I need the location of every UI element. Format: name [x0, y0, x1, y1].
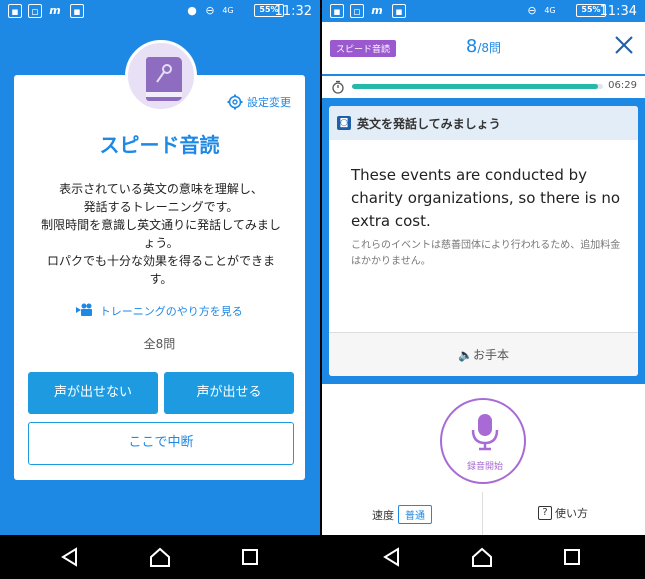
close-icon[interactable] [613, 34, 635, 56]
speed-control[interactable]: 速度 普通 [372, 505, 432, 524]
do-not-disturb-icon: ⊖ [527, 4, 537, 17]
home-icon[interactable] [148, 545, 172, 569]
speak-icon: ◙ [337, 116, 351, 130]
description: 表示されている英文の意味を理解し、 発話するトレーニングです。 制限時間を意識し… [36, 180, 286, 288]
question-icon: ? [538, 506, 552, 520]
signal-icon: 4G [544, 6, 556, 15]
description-line: 制限時間を意識し英文通りに発話してみまし [41, 218, 281, 232]
help-label: 使い方 [555, 507, 588, 520]
description-line: す。 [149, 272, 173, 286]
stopwatch-icon [332, 80, 344, 94]
image-notification-icon: ▪ [330, 4, 344, 18]
do-not-disturb-icon: ⊖ [205, 4, 215, 17]
progress-total: /8問 [477, 41, 502, 55]
image-notification-icon: ▪ [8, 4, 22, 18]
howto-link[interactable]: トレーニングのやり方を見る [14, 303, 305, 319]
speed-label: 速度 [372, 508, 394, 522]
question-progress: 8/8問 [322, 36, 645, 57]
description-line: ロパクでも十分な効果を得ることができま [46, 254, 275, 268]
book-microphone-icon [146, 57, 182, 101]
nav-bar [0, 535, 320, 579]
m-notification-icon: m [49, 4, 61, 17]
timer-track [352, 84, 603, 89]
prompt-header: ◙ 英文を発話してみましょう [329, 106, 638, 140]
speaker-icon: 🔈 [458, 348, 473, 362]
japanese-translation: これらのイベントは慈善団体により行われるため、追加料金はかかりません。 [351, 240, 621, 267]
m-notification-icon: m [371, 4, 383, 17]
home-icon[interactable] [470, 545, 494, 569]
prompt-header-label: 英文を発話してみましょう [357, 116, 501, 131]
microphone-icon [471, 414, 499, 451]
cannot-speak-button[interactable]: 声が出せない [28, 372, 158, 414]
can-speak-button[interactable]: 声が出せる [164, 372, 294, 414]
sample-audio-button[interactable]: 🔈お手本 [329, 332, 638, 376]
controls-panel: 録音開始 速度 普通 ? 使い方 [322, 384, 645, 535]
clock: 11:32 [274, 4, 312, 19]
prompt-box: ◙ 英文を発話してみましょう These events are conducte… [329, 106, 638, 376]
speed-value[interactable]: 普通 [398, 505, 432, 524]
back-icon[interactable] [380, 545, 404, 569]
intro-card: 設定変更 スピード音読 表示されている英文の意味を理解し、 発話するトレーニング… [14, 75, 305, 480]
description-line: ょう。 [143, 236, 179, 250]
progress-current: 8 [465, 36, 478, 57]
back-icon[interactable] [58, 545, 82, 569]
settings-label: 設定変更 [247, 96, 291, 109]
gear-icon [227, 94, 243, 110]
timer-label: 06:29 [608, 80, 637, 91]
signal-icon: 4G [222, 6, 234, 15]
app-notification-icon: ▫ [28, 4, 42, 18]
suspend-button[interactable]: ここで中断 [28, 422, 294, 465]
record-label: 録音開始 [466, 462, 503, 472]
clock: 11:34 [599, 4, 637, 19]
timer-bar: 06:29 [322, 76, 645, 98]
settings-link[interactable]: 設定変更 [227, 94, 291, 110]
calendar-notification-icon: ▪ [392, 4, 406, 18]
status-bar: ▪ ▫ m ▪ ⊖ 4G 55% 11:34 [322, 0, 645, 22]
question-count: 全8問 [143, 337, 176, 351]
status-bar: ▪ ▫ m ▪ ● ⊖ 4G 55% 11:32 [0, 0, 320, 22]
english-sentence: These events are conducted by charity or… [351, 166, 621, 230]
video-camera-icon [76, 303, 93, 316]
help-button[interactable]: ? 使い方 [538, 505, 588, 521]
page-title: スピード音読 [99, 133, 220, 157]
recents-icon[interactable] [560, 545, 584, 569]
calendar-notification-icon: ▪ [70, 4, 84, 18]
recents-icon[interactable] [238, 545, 262, 569]
right-screen: ▪ ▫ m ▪ ⊖ 4G 55% 11:34 スピード音読 8/8問 06:29… [322, 0, 645, 579]
app-notification-icon: ▫ [350, 4, 364, 18]
divider [482, 492, 483, 535]
quiz-header: スピード音読 8/8問 [322, 22, 645, 74]
description-line: 表示されている英文の意味を理解し、 [59, 182, 263, 196]
left-screen: ▪ ▫ m ▪ ● ⊖ 4G 55% 11:32 設定変更 スピード音読 表示さ… [0, 0, 320, 579]
description-line: 発話するトレーニングです。 [83, 200, 239, 214]
book-avatar [125, 40, 197, 112]
sample-label: お手本 [472, 348, 509, 362]
location-icon: ● [187, 4, 197, 17]
record-button[interactable]: 録音開始 [440, 398, 526, 484]
nav-bar [322, 535, 645, 579]
howto-label: トレーニングのやり方を見る [99, 305, 243, 318]
timer-fill [352, 84, 598, 89]
